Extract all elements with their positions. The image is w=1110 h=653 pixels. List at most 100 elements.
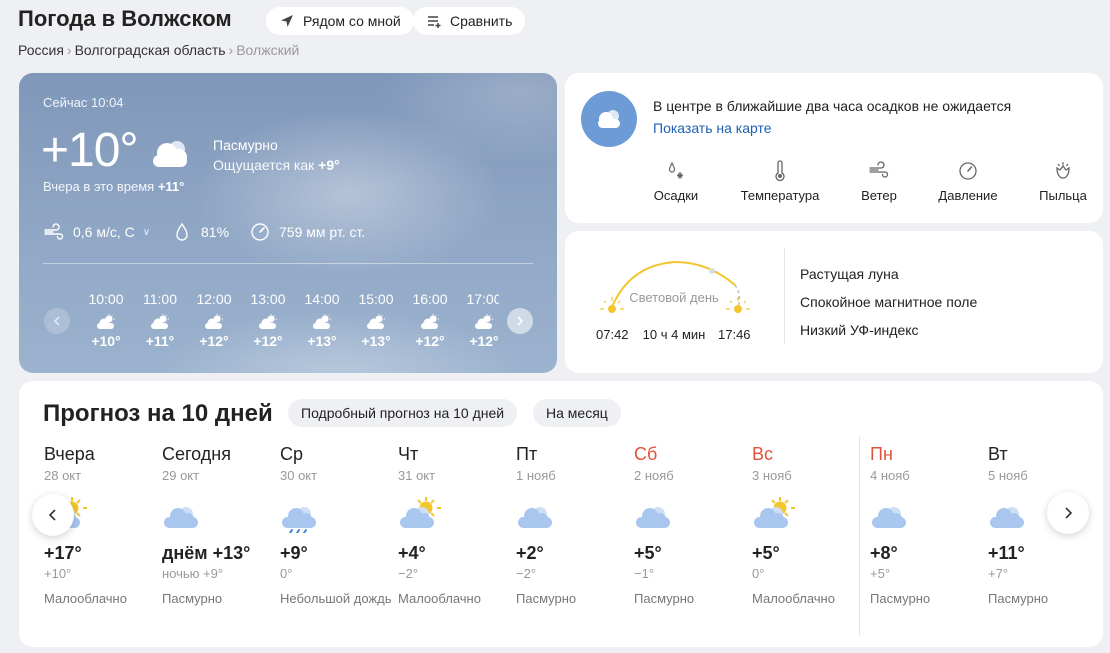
forecast-next-button[interactable] bbox=[1047, 492, 1089, 534]
day-name: Сегодня bbox=[162, 444, 231, 464]
now-label: Сейчас 10:04 bbox=[43, 95, 124, 110]
day-name: Вс bbox=[752, 444, 774, 464]
layer-label: Пыльца bbox=[1039, 188, 1087, 203]
chevron-right-icon bbox=[517, 316, 524, 326]
humidity-drop-icon bbox=[176, 222, 188, 241]
cloud-icon bbox=[598, 110, 620, 128]
wind-icon bbox=[44, 223, 64, 240]
sunset-icon bbox=[726, 297, 750, 313]
hour-item[interactable]: 13:00 +12° bbox=[241, 291, 295, 349]
day-max-temp: +17° bbox=[44, 543, 82, 563]
forecast-title: Прогноз на 10 дней bbox=[43, 400, 273, 427]
month-forecast-button[interactable]: На месяц bbox=[533, 399, 621, 427]
precipitation-icon bbox=[668, 161, 683, 179]
day-condition: Пасмурно bbox=[162, 591, 223, 606]
partly-cloudy-icon bbox=[475, 314, 493, 329]
cloudy-icon bbox=[153, 141, 187, 167]
partly-sunny-icon bbox=[400, 497, 441, 528]
day-max-temp: +5° bbox=[752, 543, 780, 563]
forecast-prev-button[interactable] bbox=[32, 494, 74, 536]
yesterday-temp: Вчера в это время +11° bbox=[43, 179, 184, 194]
wind-icon bbox=[869, 161, 889, 178]
day-date: 28 окт bbox=[44, 468, 82, 483]
hour-item[interactable]: 10:00 +10° bbox=[79, 291, 133, 349]
day-condition: Малооблачно bbox=[44, 591, 127, 606]
compare-button[interactable]: Сравнить bbox=[413, 7, 526, 35]
precipitation-status bbox=[581, 91, 637, 147]
hourly-next-button[interactable] bbox=[507, 308, 533, 334]
forecast-day[interactable]: Пт 1 нояб +2° −2° Пасмурно bbox=[516, 444, 628, 607]
breadcrumb-country[interactable]: Россия bbox=[18, 42, 64, 58]
day-date: 1 нояб bbox=[516, 468, 556, 483]
layer-wind[interactable]: Ветер bbox=[829, 160, 929, 203]
hour-item[interactable]: 11:00 +11° bbox=[133, 291, 187, 349]
cloudy-icon bbox=[636, 507, 670, 528]
day-max-temp: +2° bbox=[516, 543, 544, 563]
day-condition: Малооблачно bbox=[398, 591, 481, 606]
day-name: Ср bbox=[280, 444, 304, 464]
current-temperature: +10° bbox=[41, 124, 139, 177]
day-condition: Небольшой дождь bbox=[280, 591, 392, 606]
day-min-temp: +10° bbox=[44, 566, 72, 581]
hour-item[interactable]: 12:00 +12° bbox=[187, 291, 241, 349]
hour-item[interactable]: 16:00 +12° bbox=[403, 291, 457, 349]
forecast-day[interactable]: Чт 31 окт +4° −2° Малооблачно bbox=[398, 444, 510, 607]
partly-cloudy-icon bbox=[367, 314, 385, 329]
day-min-temp: +5° bbox=[870, 566, 891, 581]
humidity-value: 81% bbox=[201, 224, 230, 240]
sunrise-time: 07:42 bbox=[596, 327, 629, 342]
hourly-prev-button[interactable] bbox=[44, 308, 70, 334]
hour-item[interactable]: 17:00 +12° bbox=[457, 291, 499, 349]
cloudy-icon bbox=[164, 507, 198, 528]
page-title: Погода в Волжском bbox=[18, 6, 232, 31]
layer-precipitation[interactable]: Осадки bbox=[626, 160, 726, 203]
thermometer-icon bbox=[775, 160, 785, 182]
forecast-day[interactable]: Пн 4 нояб +8° +5° Пасмурно bbox=[870, 444, 982, 607]
hour-item[interactable]: 15:00 +13° bbox=[349, 291, 403, 349]
current-weather-card[interactable]: Сейчас 10:04 +10° Пасмурно Ощущается как… bbox=[19, 73, 557, 373]
detailed-forecast-button[interactable]: Подробный прогноз на 10 дней bbox=[288, 399, 518, 427]
daylight-value: 10 ч 4 мин bbox=[642, 327, 706, 342]
forecast-day[interactable]: Ср 30 окт +9° 0° Небольшой дождь bbox=[280, 444, 392, 607]
hour-temp: +12° bbox=[415, 333, 445, 349]
day-name: Пн bbox=[870, 444, 893, 464]
layer-gauge[interactable]: Давление bbox=[918, 160, 1018, 203]
breadcrumb-separator: › bbox=[228, 42, 234, 58]
week-divider bbox=[859, 436, 860, 636]
rain-icon bbox=[282, 507, 316, 533]
nearby-button[interactable]: Рядом со мной bbox=[266, 7, 414, 35]
location-arrow-icon bbox=[281, 15, 293, 27]
day-condition: Малооблачно bbox=[752, 591, 835, 606]
forecast-day[interactable]: Вс 3 нояб +5° 0° Малооблачно bbox=[752, 444, 864, 607]
forecast-day[interactable]: Сегодня 29 окт днём +13° ночью +9° Пасмурно bbox=[162, 444, 274, 607]
hour-temp: +10° bbox=[91, 333, 121, 349]
show-map-link[interactable]: Показать на карте bbox=[653, 120, 772, 136]
feels-like-value: +9° bbox=[318, 157, 340, 173]
precipitation-message: В центре в ближайшие два часа осадков не… bbox=[653, 98, 1012, 114]
layer-thermometer[interactable]: Температура bbox=[730, 160, 830, 203]
hour-item[interactable]: 14:00 +13° bbox=[295, 291, 349, 349]
sunrise-icon bbox=[600, 297, 624, 313]
breadcrumb-region[interactable]: Волгоградская область bbox=[75, 42, 226, 58]
day-name: Сб bbox=[634, 444, 658, 464]
partly-cloudy-icon bbox=[97, 314, 115, 329]
layer-pollen[interactable]: Пыльца bbox=[1013, 160, 1110, 203]
forecast-day[interactable]: Сб 2 нояб +5° −1° Пасмурно bbox=[634, 444, 746, 607]
hour-temp: +12° bbox=[199, 333, 229, 349]
day-name: Чт bbox=[398, 444, 419, 464]
day-min-temp: +7° bbox=[988, 566, 1009, 581]
day-max-temp: +9° bbox=[280, 543, 308, 563]
partly-cloudy-icon bbox=[151, 314, 169, 329]
magnetic-field: Спокойное магнитное поле bbox=[800, 294, 978, 310]
pressure-value: 759 мм рт. ст. bbox=[279, 224, 366, 240]
layer-label: Давление bbox=[938, 188, 998, 203]
day-min-temp: −1° bbox=[634, 566, 655, 581]
hour-time: 11:00 bbox=[143, 291, 177, 307]
day-date: 4 нояб bbox=[870, 468, 910, 483]
hourly-forecast[interactable]: 10:00 +10° 11:00 +11° 12:00 +12° 13:00 +12° 14:0… bbox=[79, 291, 499, 361]
layer-label: Ветер bbox=[861, 188, 897, 203]
feels-like: Ощущается как +9° bbox=[213, 157, 340, 173]
moon-phase: Растущая луна bbox=[800, 266, 899, 282]
day-max-temp: +11° bbox=[988, 543, 1025, 563]
hour-time: 12:00 bbox=[196, 291, 232, 307]
